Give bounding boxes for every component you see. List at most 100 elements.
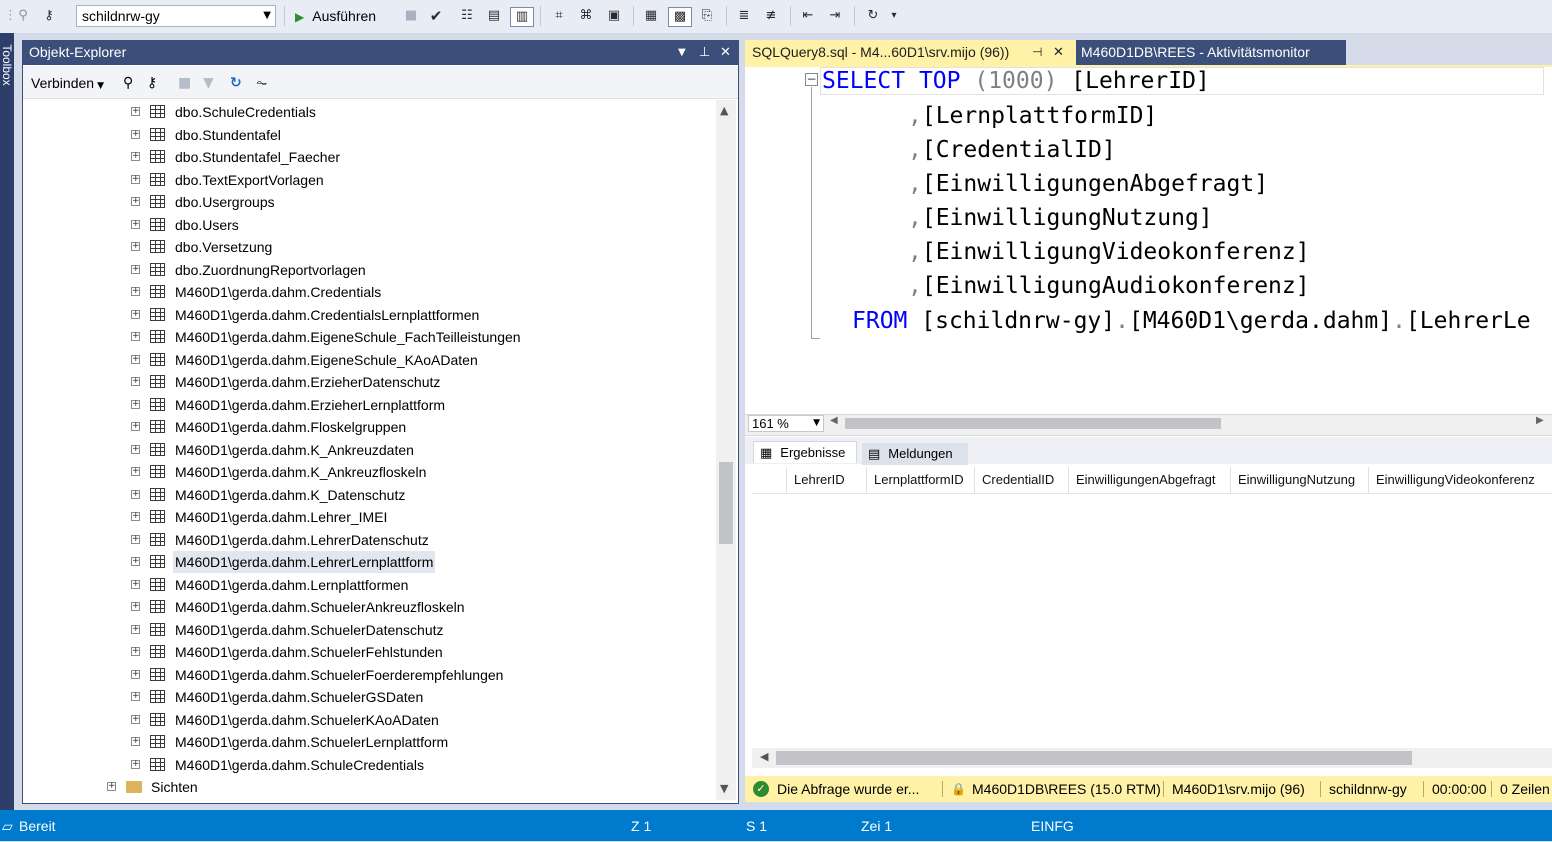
expand-icon[interactable]: + [107, 782, 116, 791]
stop-icon[interactable]: ■ [178, 74, 191, 92]
column-header[interactable]: LernplattformID [866, 467, 974, 493]
disconnect-icon[interactable]: ⚷ [38, 7, 60, 25]
table-icon [150, 262, 165, 276]
column-header[interactable]: EinwilligungenAbgefragt [1068, 467, 1230, 493]
expand-icon[interactable]: + [131, 557, 140, 566]
expand-icon[interactable]: + [131, 534, 140, 544]
disconnect-icon[interactable]: ⚷ [147, 74, 157, 92]
connect-button[interactable]: Verbinden ▼ [31, 74, 104, 95]
pin-icon[interactable]: ⊣ [1032, 40, 1042, 65]
expand-icon[interactable]: + [131, 579, 140, 589]
scrollbar-thumb[interactable] [776, 751, 1412, 765]
outdent-icon[interactable]: ⇤ [797, 7, 819, 25]
tree-item-label: M460D1\gerda.dahm.K_Datenschutz [175, 486, 406, 503]
query-plan-icon[interactable]: ⌘ [575, 7, 597, 25]
activity-monitor-icon[interactable]: ⏦ [256, 74, 267, 92]
expand-icon[interactable]: + [131, 714, 140, 724]
expand-icon[interactable]: + [131, 242, 140, 251]
expand-icon[interactable]: + [131, 737, 140, 746]
results-grid-icon[interactable]: ▥ [510, 7, 534, 27]
expand-icon[interactable]: + [131, 624, 140, 634]
query-options-icon[interactable]: ⌗ [548, 7, 570, 25]
expand-icon[interactable]: + [131, 174, 140, 184]
scroll-left-icon[interactable]: ◀ [830, 415, 838, 426]
close-icon[interactable]: ✕ [720, 40, 731, 65]
expand-icon[interactable]: + [131, 759, 140, 769]
expand-icon[interactable]: + [131, 264, 140, 274]
tree-item-label: M460D1\gerda.dahm.LehrerDatenschutz [175, 531, 429, 548]
plan-icon[interactable]: ☷ [456, 7, 478, 25]
zoom-select[interactable]: 161 % ▼ [748, 415, 824, 432]
scroll-down-icon[interactable]: ▼ [720, 782, 728, 795]
expand-icon[interactable]: + [131, 152, 140, 161]
tree-item-label: M460D1\gerda.dahm.SchuelerGSDaten [175, 689, 424, 705]
run-icon: ▶ [295, 10, 305, 24]
expand-icon[interactable]: + [131, 377, 140, 386]
expand-icon[interactable]: + [131, 287, 140, 296]
filter-icon[interactable]: ▼ [203, 74, 214, 92]
expand-icon[interactable]: + [131, 129, 140, 139]
results-text-icon[interactable]: ▤ [483, 7, 505, 25]
results-hscroll[interactable]: ◀ [752, 748, 1552, 768]
run-button[interactable]: ▶ Ausführen [295, 7, 376, 25]
tree-item-label: dbo.TextExportVorlagen [175, 171, 324, 188]
collapse-icon[interactable]: − [805, 73, 818, 86]
table-icon [150, 330, 165, 343]
editor-hscroll-thumb[interactable] [845, 418, 1221, 429]
results-to-text-icon[interactable]: ▦ [640, 7, 662, 25]
comment-icon[interactable]: ≣ [733, 7, 755, 25]
column-header[interactable]: LehrerID [786, 467, 866, 493]
tab-results[interactable]: ▦ Ergebnisse [753, 441, 857, 463]
tab-messages[interactable]: ▤ Meldungen [862, 443, 968, 465]
specify-values-icon[interactable]: ↻ [862, 7, 884, 25]
column-header[interactable]: CredentialID [974, 467, 1068, 493]
close-icon[interactable]: ✕ [1053, 40, 1064, 65]
column-header[interactable]: EinwilligungVideokonferenz [1368, 467, 1538, 493]
expand-icon[interactable]: + [131, 197, 140, 206]
uncomment-icon[interactable]: ≢ [760, 7, 782, 25]
expand-icon[interactable]: + [131, 489, 140, 499]
tab-sql-query[interactable]: SQLQuery8.sql - M4...60D1\srv.mijo (96))… [745, 40, 1076, 65]
expand-icon[interactable]: + [131, 467, 140, 476]
connect-icon[interactable]: ⚲ [123, 74, 133, 92]
chevron-down-icon: ▼ [263, 10, 271, 21]
refresh-icon[interactable]: ↻ [230, 74, 242, 92]
stop-icon[interactable]: ■ [404, 7, 418, 25]
column-header[interactable]: EinwilligungNutzung [1230, 467, 1368, 493]
expand-icon[interactable]: + [131, 309, 140, 319]
toolbox-label[interactable]: Toolbox [0, 39, 14, 91]
indent-icon[interactable]: ⇥ [824, 7, 846, 25]
expand-icon[interactable]: + [131, 332, 140, 341]
expand-icon[interactable]: + [131, 647, 140, 656]
tree-item-label: M460D1\gerda.dahm.Lernplattformen [175, 576, 409, 593]
toolbar-overflow-icon[interactable]: ▾ [888, 7, 900, 25]
comma: , [908, 239, 922, 265]
expand-icon[interactable]: + [131, 669, 140, 679]
parse-icon[interactable]: ✔ [428, 7, 444, 25]
tab-activity-monitor[interactable]: M460D1DB\REES - Aktivitätsmonitor [1076, 40, 1346, 65]
results-to-grid-icon[interactable]: ▩ [668, 7, 692, 27]
object-explorer-scrollbar[interactable]: ▲ ▼ [716, 100, 736, 800]
scroll-up-icon[interactable]: ▲ [720, 104, 728, 117]
expand-icon[interactable]: + [131, 354, 140, 364]
scroll-left-icon[interactable]: ◀ [760, 750, 768, 763]
expand-icon[interactable]: + [131, 422, 140, 431]
database-select[interactable]: schildnrw-gy ▼ [76, 5, 276, 27]
expand-icon[interactable]: + [131, 444, 140, 454]
expand-icon[interactable]: + [131, 512, 140, 521]
table-icon [150, 105, 165, 118]
connect-icon[interactable]: ⚲ [16, 7, 30, 25]
expand-icon[interactable]: + [131, 219, 140, 229]
panel-dropdown-icon[interactable]: ▼ [678, 40, 686, 65]
scroll-right-icon[interactable]: ▶ [1536, 415, 1544, 426]
scrollbar-thumb[interactable] [719, 462, 733, 544]
toolbox-strip[interactable] [0, 33, 14, 810]
pin-icon[interactable]: ⊥ [699, 40, 710, 65]
expand-icon[interactable]: + [131, 602, 140, 611]
tree-item-label: M460D1\gerda.dahm.ErzieherLernplattform [175, 396, 446, 413]
results-to-file-icon[interactable]: ⎘ [696, 7, 718, 25]
expand-icon[interactable]: + [131, 399, 140, 409]
client-statistics-icon[interactable]: ▣ [603, 7, 625, 25]
expand-icon[interactable]: + [131, 107, 140, 116]
expand-icon[interactable]: + [131, 692, 140, 701]
